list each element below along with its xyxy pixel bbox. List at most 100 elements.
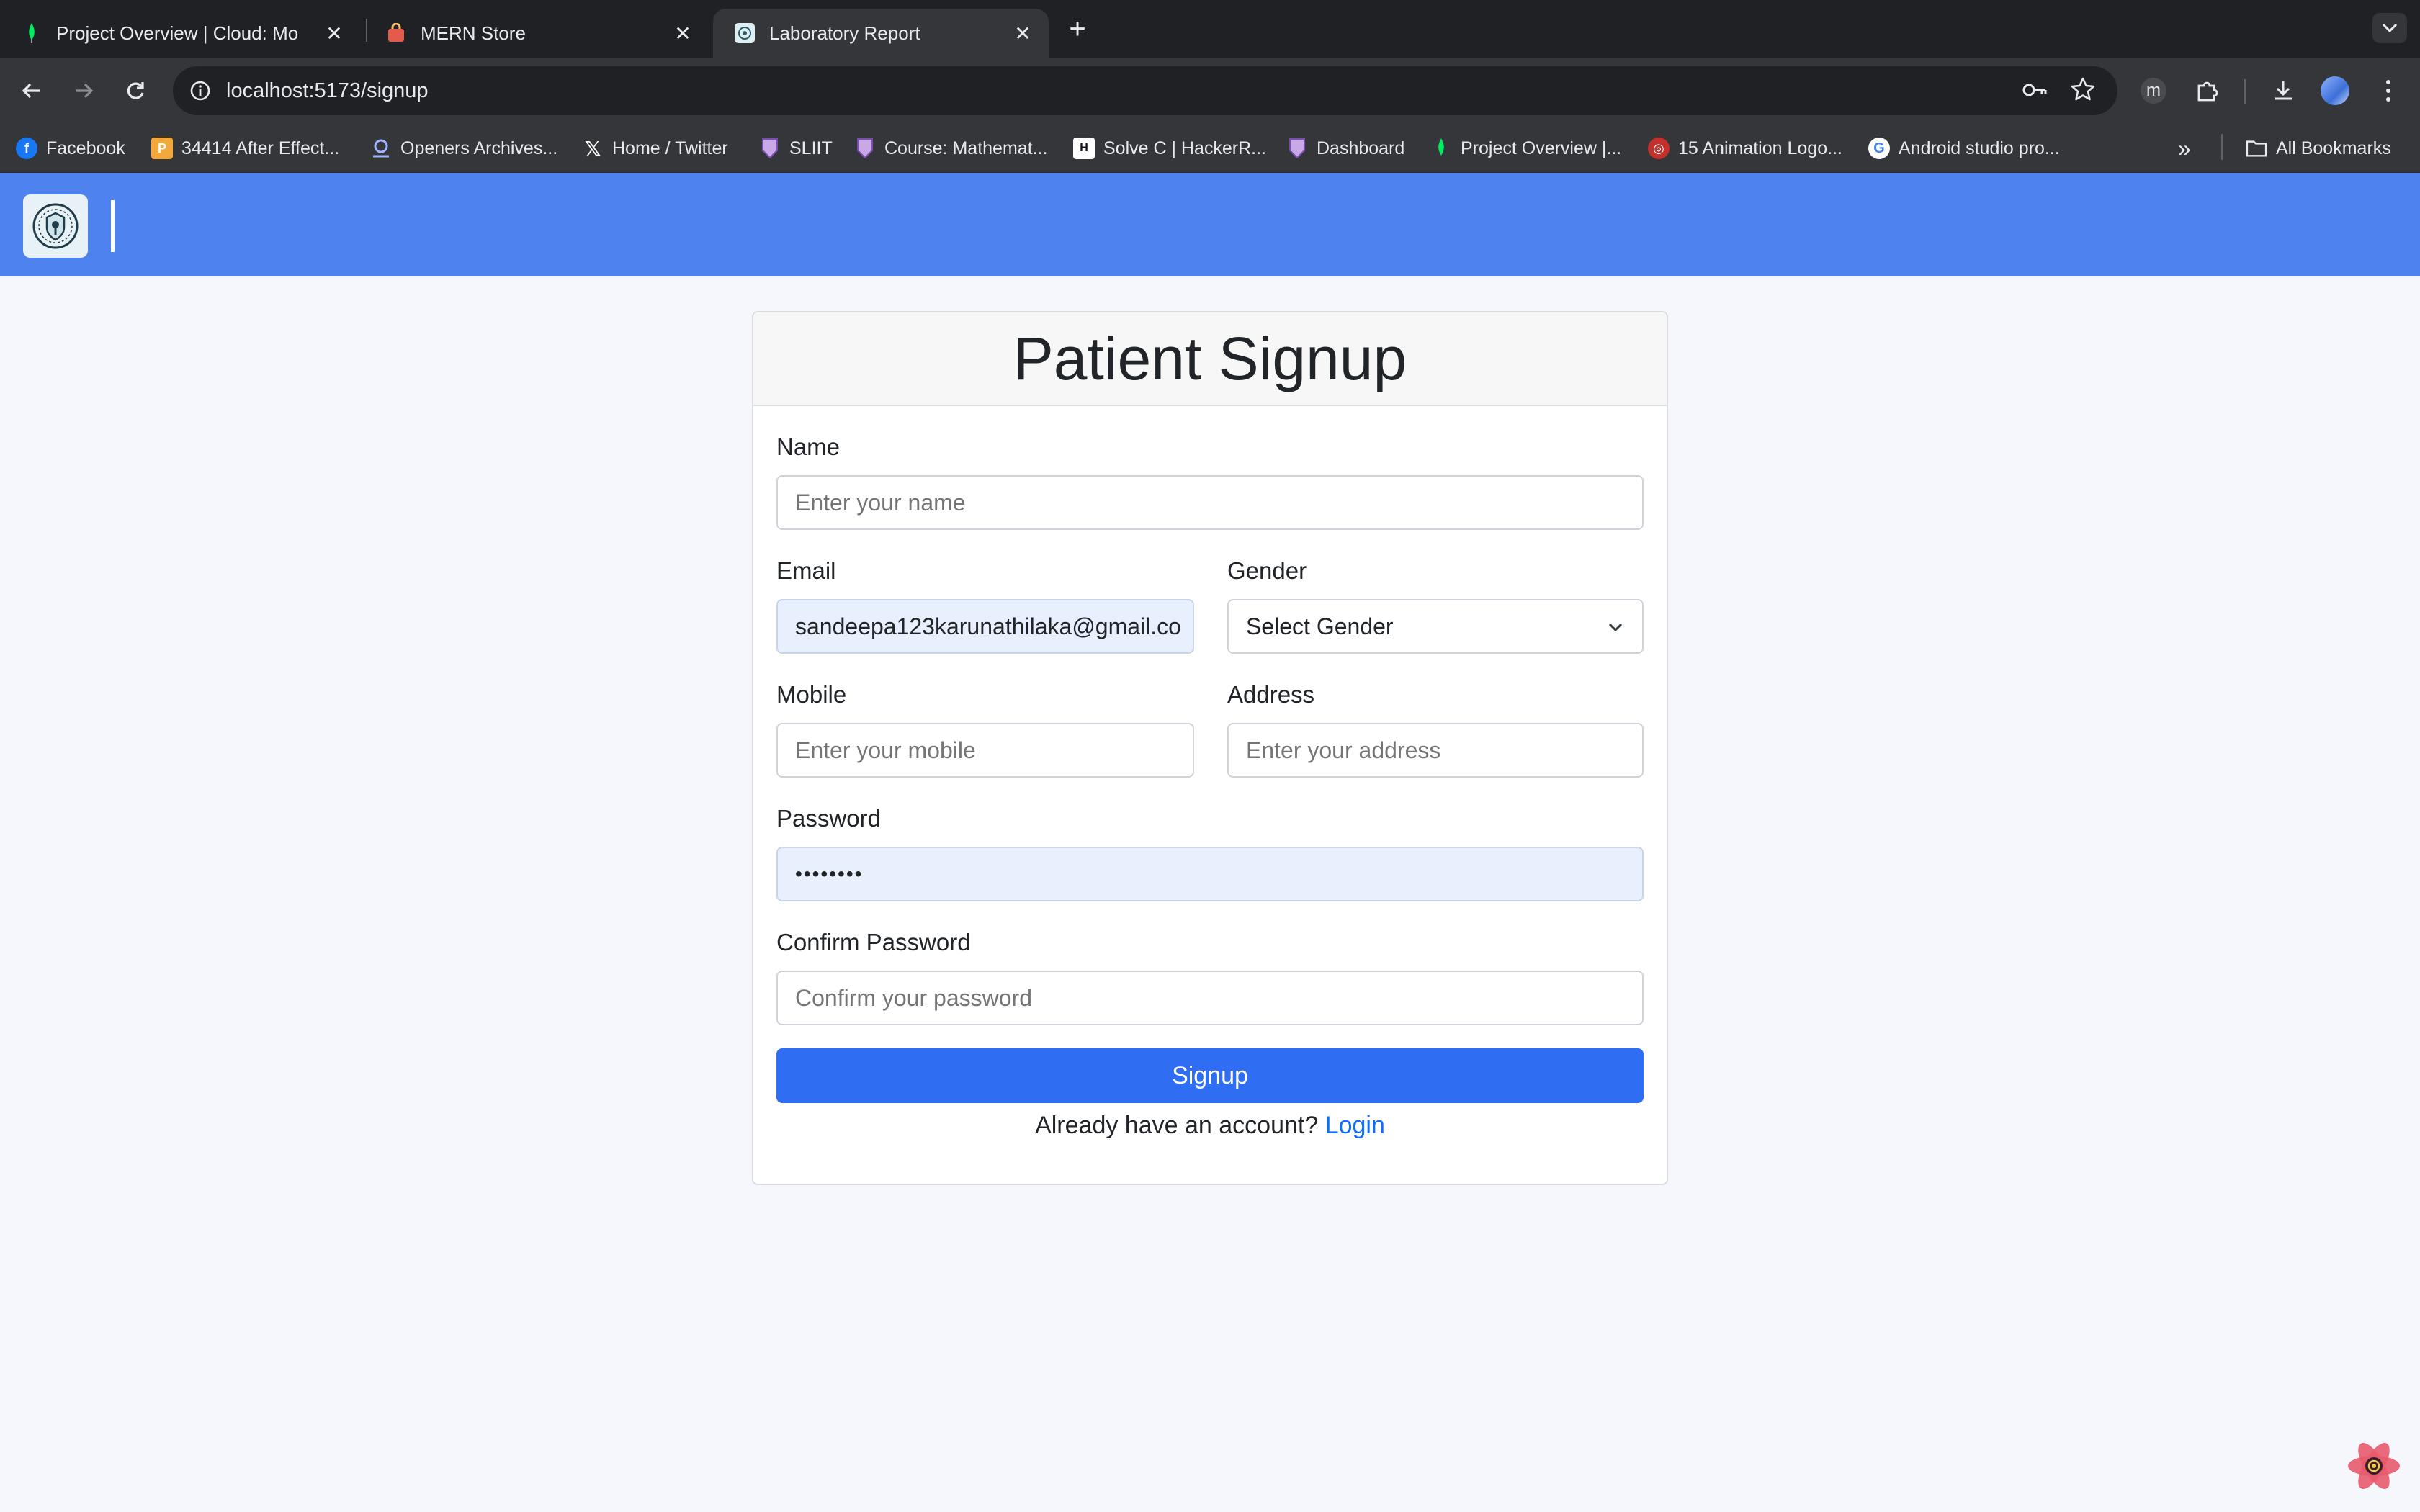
tab-project-overview[interactable]: Project Overview | Cloud: Mo ✕	[0, 9, 360, 58]
url-text[interactable]: localhost:5173/signup	[226, 79, 429, 103]
tab-search-button[interactable]	[2372, 13, 2407, 43]
all-bookmarks-button[interactable]: All Bookmarks	[2246, 134, 2391, 163]
bookmark-label: Android studio pro...	[1899, 138, 2060, 158]
reload-button[interactable]	[120, 75, 151, 107]
bookmark-facebook[interactable]: f Facebook	[16, 134, 125, 163]
chevron-down-icon	[2382, 23, 2398, 33]
bookmark-label: SLIIT	[789, 138, 833, 158]
reload-icon	[127, 82, 144, 99]
profile-avatar[interactable]	[2319, 75, 2351, 107]
lab-logo-icon	[735, 23, 755, 43]
openers-logo-icon	[370, 138, 392, 159]
bookmark-hackerrank[interactable]: H Solve C | HackerR...	[1073, 134, 1266, 163]
facebook-icon: f	[16, 138, 37, 159]
lab-logo-icon	[32, 203, 79, 249]
extensions-puzzle-icon[interactable]	[2191, 75, 2223, 107]
gender-label: Gender	[1227, 557, 1307, 584]
arrow-left-icon	[22, 83, 40, 99]
login-prompt: Already have an account? Login	[753, 1112, 1667, 1140]
bookmark-label: Home / Twitter	[612, 138, 728, 158]
tab-title: Laboratory Report	[769, 22, 920, 44]
bookmark-label: Course: Mathemat...	[884, 138, 1048, 158]
confirm-password-input[interactable]	[776, 971, 1644, 1025]
address-label: Address	[1227, 681, 1315, 708]
close-tab-icon[interactable]: ✕	[320, 19, 349, 48]
mongodb-leaf-icon	[22, 23, 42, 43]
password-label: Password	[776, 805, 881, 832]
bookmark-label: All Bookmarks	[2276, 138, 2391, 158]
site-info-icon[interactable]	[186, 76, 215, 105]
tab-strip: Project Overview | Cloud: Mo ✕ MERN Stor…	[0, 0, 2420, 58]
name-label: Name	[776, 433, 841, 460]
toolbar-separator	[2244, 79, 2246, 104]
bookmark-twitter[interactable]: 𝕏 Home / Twitter	[582, 134, 728, 163]
forward-button[interactable]	[68, 75, 99, 107]
new-tab-button[interactable]: +	[1063, 13, 1092, 45]
signup-button[interactable]: Signup	[776, 1048, 1644, 1103]
bookmarks-separator	[2221, 134, 2223, 160]
sliit-crest-icon	[759, 138, 781, 159]
mobile-label: Mobile	[776, 681, 847, 708]
hackerrank-icon: H	[1073, 138, 1095, 159]
login-prompt-text: Already have an account?	[1035, 1112, 1319, 1139]
address-bar[interactable]: localhost:5173/signup	[173, 66, 2118, 115]
bookmark-label: Dashboard	[1317, 138, 1405, 158]
animation-logo-icon: ◎	[1648, 138, 1670, 159]
tab-title: Project Overview | Cloud: Mo	[56, 22, 299, 44]
header-divider	[111, 200, 115, 252]
bookmark-openers-archives[interactable]: Openers Archives...	[370, 134, 557, 163]
bookmark-label: Solve C | HackerR...	[1103, 138, 1267, 158]
bookmark-label: Project Overview |...	[1461, 138, 1622, 158]
email-input[interactable]: sandeepa123karunathilaka@gmail.co	[776, 599, 1194, 654]
page-title: Patient Signup	[1013, 324, 1407, 392]
tab-mern-store[interactable]: MERN Store ✕	[364, 9, 709, 58]
bookmark-dashboard[interactable]: Dashboard	[1286, 134, 1404, 163]
mongodb-leaf-icon	[1430, 138, 1452, 159]
close-tab-icon[interactable]: ✕	[668, 19, 697, 48]
arrow-right-icon	[76, 83, 94, 99]
bookmark-course-mathematics[interactable]: Course: Mathemat...	[854, 134, 1047, 163]
profile-extension-m-icon[interactable]: m	[2138, 75, 2169, 107]
close-tab-icon[interactable]: ✕	[1008, 19, 1037, 48]
back-button[interactable]	[16, 75, 48, 107]
bookmark-label: Facebook	[46, 138, 125, 158]
bookmarks-bar: f Facebook P 34414 After Effect... Opene…	[0, 124, 2420, 173]
signup-card: Patient Signup Name Email sandeepa123kar…	[752, 311, 1668, 1185]
p-logo-icon: P	[151, 138, 173, 159]
folder-icon	[2246, 138, 2267, 159]
app-header	[0, 173, 2420, 276]
login-link[interactable]: Login	[1325, 1112, 1385, 1139]
confirm-password-label: Confirm Password	[776, 929, 971, 955]
tab-title: MERN Store	[421, 22, 526, 44]
bookmark-sliit[interactable]: SLIIT	[759, 134, 833, 163]
bookmark-star-icon[interactable]	[2070, 76, 2096, 106]
password-input[interactable]: ••••••••	[776, 847, 1644, 901]
bookmark-label: 15 Animation Logo...	[1678, 138, 1842, 158]
name-input[interactable]	[776, 475, 1644, 530]
menu-kebab-icon[interactable]	[2372, 75, 2404, 107]
shopping-bag-icon	[386, 23, 406, 43]
app-logo[interactable]	[23, 194, 88, 258]
sliit-crest-icon	[1286, 138, 1308, 159]
bookmark-android-studio[interactable]: G Android studio pro...	[1868, 134, 2060, 163]
bookmark-label: 34414 After Effect...	[182, 138, 340, 158]
address-input[interactable]	[1227, 723, 1644, 778]
email-label: Email	[776, 557, 836, 584]
bookmark-project-overview[interactable]: Project Overview |...	[1430, 134, 1621, 163]
react-devtools-icon[interactable]	[2345, 1439, 2403, 1493]
password-key-icon[interactable]	[2021, 78, 2048, 106]
bookmark-label: Openers Archives...	[400, 138, 558, 158]
downloads-icon[interactable]	[2267, 75, 2299, 107]
chevron-double-right-icon: »	[2178, 135, 2191, 161]
bookmark-after-effects[interactable]: P 34414 After Effect...	[151, 134, 339, 163]
tab-laboratory-report[interactable]: Laboratory Report ✕	[713, 9, 1049, 58]
bookmark-animation-logo[interactable]: ◎ 15 Animation Logo...	[1648, 134, 1842, 163]
mobile-input[interactable]	[776, 723, 1194, 778]
gender-select[interactable]: Select Gender	[1227, 599, 1644, 654]
x-logo-icon: 𝕏	[584, 137, 601, 160]
browser-toolbar: localhost:5173/signup m	[0, 58, 2420, 124]
card-header: Patient Signup	[753, 312, 1667, 406]
bookmarks-overflow-button[interactable]: »	[2178, 134, 2191, 163]
chevron-down-icon	[1608, 623, 1623, 632]
google-icon: G	[1868, 138, 1890, 159]
